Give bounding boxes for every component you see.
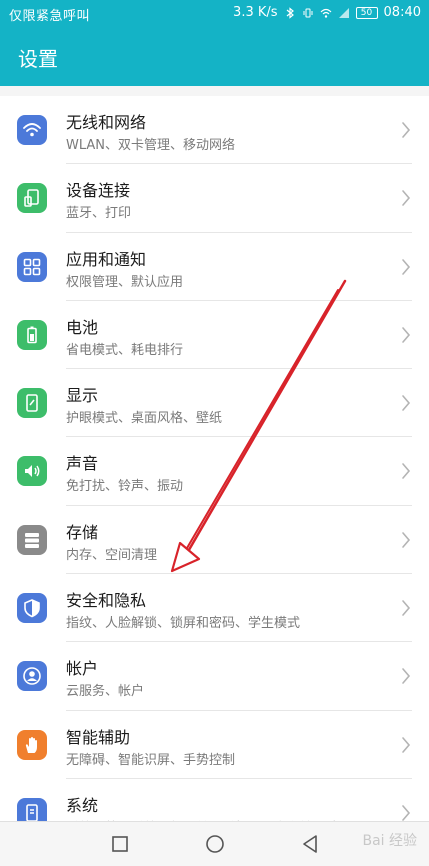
wifi-icon xyxy=(17,115,47,145)
page-title: 设置 xyxy=(18,47,58,71)
item-title: 帐户 xyxy=(66,659,99,679)
settings-item-display[interactable]: 显示护眼模式、桌面风格、壁纸 xyxy=(0,369,429,438)
system-icon xyxy=(17,797,47,821)
wifi-status-icon xyxy=(320,7,332,19)
storage-icon xyxy=(17,524,47,555)
settings-item-account[interactable]: 帐户 云服务、帐户 xyxy=(0,642,429,711)
back-button[interactable] xyxy=(300,834,320,854)
item-title: 设备连接 xyxy=(66,181,131,201)
chevron-right-icon xyxy=(401,188,411,208)
signal-icon xyxy=(338,7,350,19)
chevron-right-icon xyxy=(401,257,411,277)
item-subtitle: 指纹、人脸解锁、锁屏和密码、学生模式 xyxy=(66,616,301,632)
item-title: 安全和隐私 xyxy=(66,591,147,611)
battery-level: 50 xyxy=(355,6,378,19)
item-title: 显示 xyxy=(66,386,99,406)
settings-list: 无线和网络 WLAN、双卡管理、移动网络设备连接蓝牙、打印应用和通知权限管理、默认… xyxy=(0,96,429,821)
chevron-right-icon xyxy=(401,666,411,686)
account-icon xyxy=(17,661,47,692)
chevron-right-icon xyxy=(401,735,411,755)
chevron-right-icon xyxy=(401,120,411,140)
chevron-right-icon xyxy=(401,461,411,481)
shield-icon xyxy=(17,593,47,624)
home-button[interactable] xyxy=(205,834,225,854)
apps-icon xyxy=(17,251,47,282)
settings-item-wifi[interactable]: 无线和网络 WLAN、双卡管理、移动网络 xyxy=(0,96,429,165)
item-title: 存储 xyxy=(66,522,99,542)
settings-item-sound[interactable]: 声音免打扰、铃声、振动 xyxy=(0,437,429,506)
item-title: 无线和网络 xyxy=(66,113,147,132)
recents-button[interactable] xyxy=(110,834,130,854)
item-title: 应用和通知 xyxy=(66,249,147,269)
display-icon xyxy=(17,388,47,419)
chevron-right-icon xyxy=(401,393,411,413)
vibrate-icon xyxy=(302,7,314,19)
chevron-right-icon xyxy=(401,598,411,618)
settings-item-battery[interactable]: 电池省电模式、耗电排行 xyxy=(0,301,429,370)
item-subtitle: 护眼模式、桌面风格、壁纸 xyxy=(66,411,223,427)
hand-icon xyxy=(17,729,47,760)
item-title: 电池 xyxy=(66,317,99,337)
device-connect-icon xyxy=(17,183,47,214)
chevron-right-icon xyxy=(401,325,411,345)
item-subtitle: 免打扰、铃声、振动 xyxy=(66,479,184,495)
settings-item-storage[interactable]: 存储 内存、空间清理 xyxy=(0,506,429,575)
item-title: 智能辅助 xyxy=(66,727,131,747)
network-speed: 3.3 K/s xyxy=(233,5,278,20)
sound-icon xyxy=(17,456,47,487)
item-subtitle: 蓝牙、打印 xyxy=(66,206,132,222)
item-title: 声音 xyxy=(66,454,99,474)
item-subtitle: 省电模式、耗电排行 xyxy=(66,342,184,358)
status-icons: 3.3 K/s 50 08:40 xyxy=(233,5,421,20)
settings-item-system[interactable]: 系统系统导航、系统更新、关于手机、语言和输入法 xyxy=(0,779,429,821)
item-subtitle: WLAN、双卡管理、移动网络 xyxy=(66,138,236,153)
settings-item-device-connect[interactable]: 设备连接 蓝牙、打印 xyxy=(0,164,429,233)
item-subtitle: 权限管理、默认应用 xyxy=(66,274,184,290)
settings-item-shield[interactable]: 安全和隐私指纹、人脸解锁、锁屏和密码、学生模式 xyxy=(0,574,429,643)
carrier-text: 仅限紧急呼叫 xyxy=(9,9,91,24)
settings-item-apps[interactable]: 应用和通知权限管理、默认应用 xyxy=(0,233,429,301)
settings-list-container[interactable]: 无线和网络 WLAN、双卡管理、移动网络设备连接蓝牙、打印应用和通知权限管理、默认… xyxy=(0,86,429,821)
item-subtitle: 无障碍、智能识屏、手势控制 xyxy=(66,752,236,768)
app-bar: 设置 xyxy=(0,27,429,86)
item-subtitle: 云服务、帐户 xyxy=(66,684,145,700)
clock: 08:40 xyxy=(383,5,421,20)
watermark: Bai 经验 xyxy=(362,833,417,849)
bluetooth-icon xyxy=(284,6,296,19)
battery-icon xyxy=(17,319,47,350)
status-bar: 仅限紧急呼叫 3.3 K/s 50 08:40 xyxy=(0,0,429,27)
navigation-bar: Bai 经验 xyxy=(0,821,429,866)
item-title: 系统 xyxy=(66,795,99,815)
chevron-right-icon xyxy=(401,530,411,550)
settings-item-hand[interactable]: 智能辅助无障碍、智能识屏、手势控制 xyxy=(0,711,429,779)
item-subtitle: 内存、空间清理 xyxy=(66,547,158,563)
chevron-right-icon xyxy=(401,803,411,821)
